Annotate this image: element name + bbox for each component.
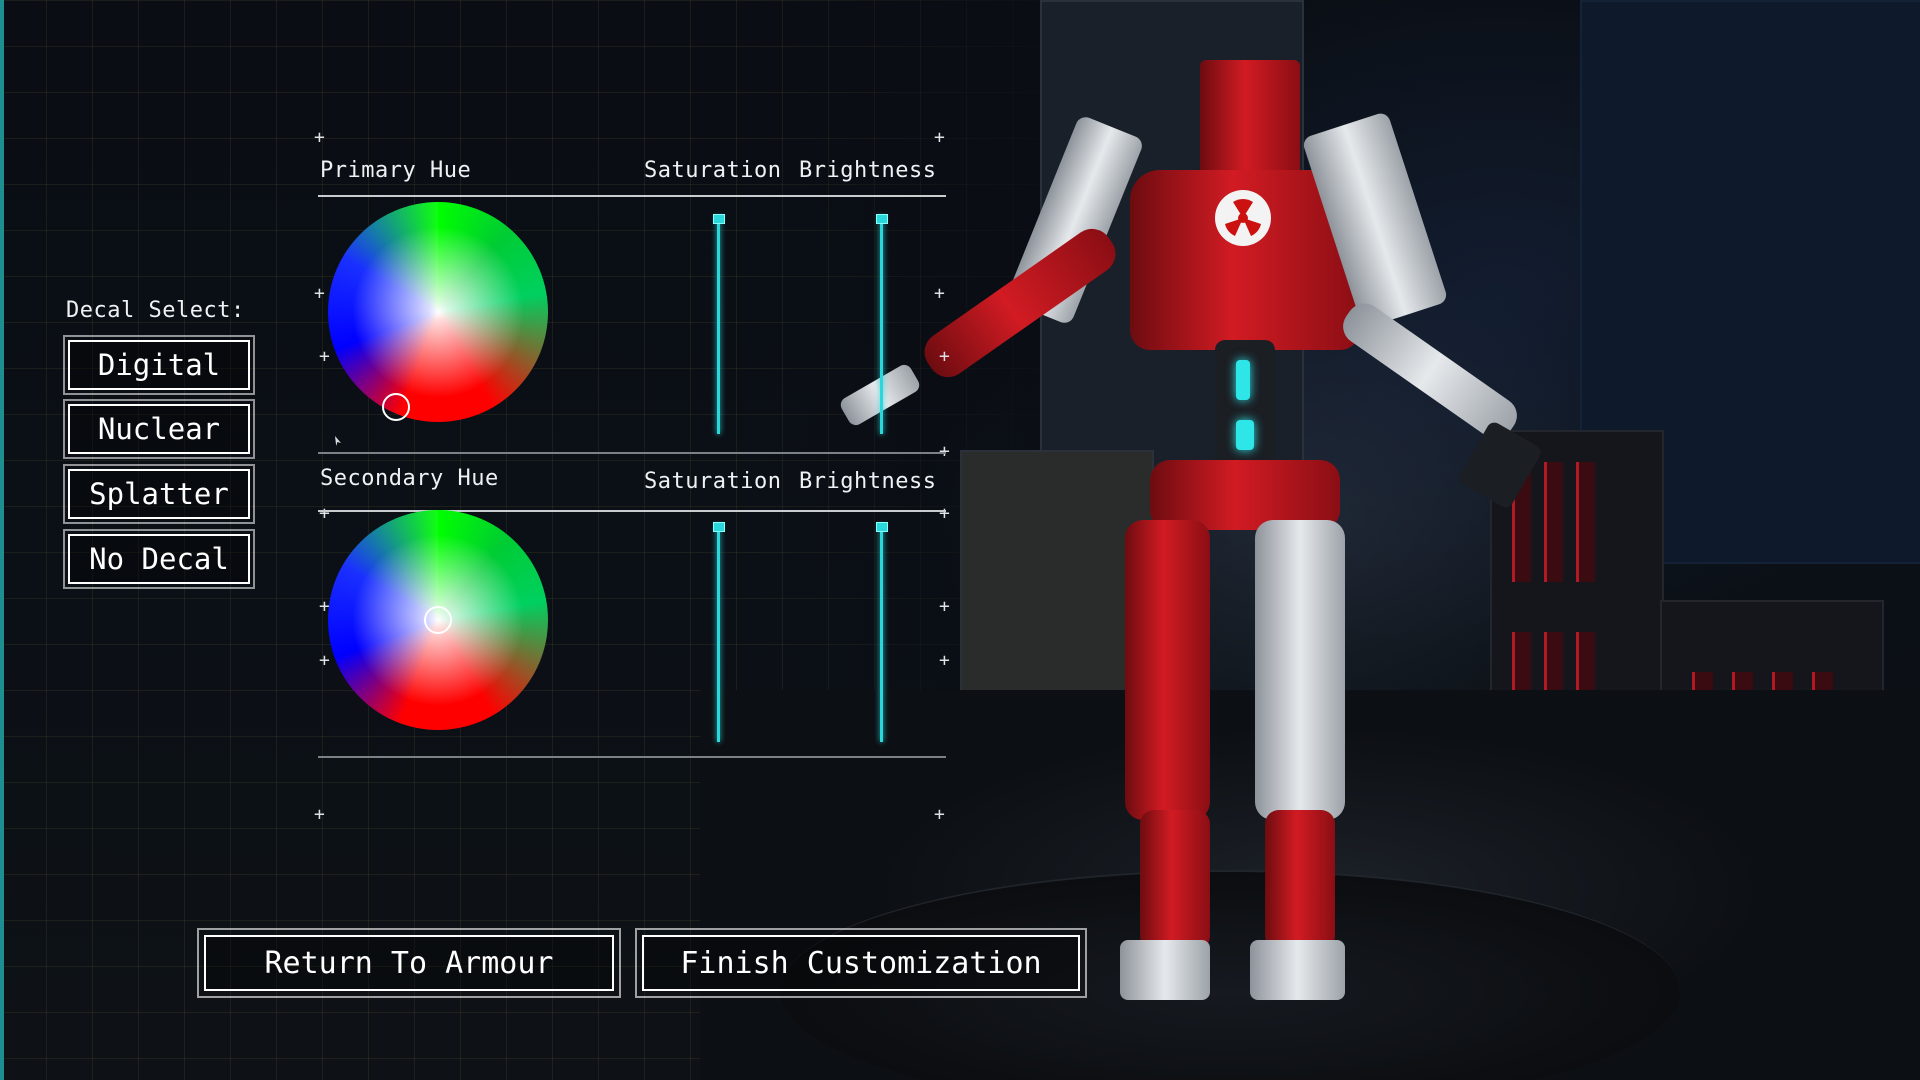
bottom-divider: [318, 756, 946, 758]
plus-icon: +: [939, 596, 950, 617]
primary-brightness-label: Brightness: [799, 158, 937, 183]
plus-icon: +: [939, 503, 950, 524]
plus-icon: +: [934, 804, 945, 825]
robot-right-hand: [1456, 419, 1544, 511]
secondary-hue-label: Secondary Hue: [320, 466, 499, 491]
decal-nuclear-button[interactable]: Nuclear: [63, 399, 255, 459]
plus-icon: +: [934, 127, 945, 148]
robot-left-shin: [1140, 810, 1210, 950]
section-divider: [318, 452, 946, 454]
primary-hue-picker[interactable]: [382, 393, 410, 421]
plus-icon: +: [319, 503, 330, 524]
primary-header-divider: [318, 195, 946, 197]
secondary-header-divider: [318, 510, 946, 512]
robot-right-leg: [1255, 520, 1345, 820]
screen-edge-accent: [0, 0, 4, 1080]
robot-left-leg: [1125, 520, 1210, 820]
finish-customization-button[interactable]: Finish Customization: [635, 928, 1087, 998]
plus-icon: +: [314, 804, 325, 825]
plus-icon: +: [314, 127, 325, 148]
plus-icon: +: [934, 283, 945, 304]
plus-icon: +: [939, 346, 950, 367]
primary-hue-wheel[interactable]: [328, 202, 548, 422]
plus-icon: +: [319, 346, 330, 367]
secondary-hue-picker[interactable]: [424, 606, 452, 634]
nuclear-decal-icon: [1215, 190, 1271, 246]
decal-digital-button[interactable]: Digital: [63, 335, 255, 395]
robot-left-foot: [1120, 940, 1210, 1000]
secondary-brightness-slider[interactable]: [880, 524, 883, 742]
return-to-armour-button[interactable]: Return To Armour: [197, 928, 621, 998]
primary-saturation-label: Saturation: [644, 158, 782, 183]
robot-right-shin: [1265, 810, 1335, 950]
decal-none-button[interactable]: No Decal: [63, 529, 255, 589]
plus-icon: +: [939, 650, 950, 671]
primary-brightness-slider[interactable]: [880, 216, 883, 434]
robot-armor-model: [837, 50, 1600, 1030]
decal-select-title: Decal Select:: [66, 298, 245, 323]
robot-right-foot: [1250, 940, 1345, 1000]
secondary-brightness-label: Brightness: [799, 469, 937, 494]
plus-icon: +: [314, 283, 325, 304]
secondary-saturation-label: Saturation: [644, 469, 782, 494]
primary-saturation-handle[interactable]: [713, 214, 725, 224]
robot-head: [1200, 60, 1300, 180]
primary-saturation-slider[interactable]: [717, 216, 720, 434]
secondary-saturation-slider[interactable]: [717, 524, 720, 742]
decal-splatter-button[interactable]: Splatter: [63, 464, 255, 524]
plus-icon: +: [319, 650, 330, 671]
primary-brightness-handle[interactable]: [876, 214, 888, 224]
secondary-saturation-handle[interactable]: [713, 522, 725, 532]
secondary-brightness-handle[interactable]: [876, 522, 888, 532]
primary-hue-label: Primary Hue: [320, 158, 472, 183]
